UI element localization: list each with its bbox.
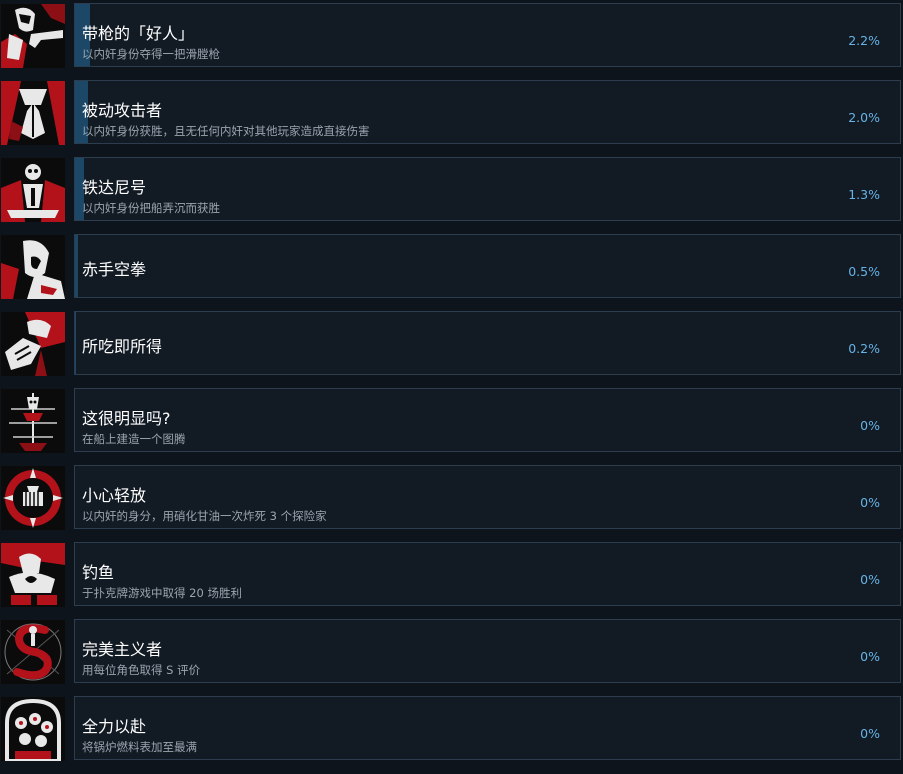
screaming-face-icon (1, 235, 65, 299)
unlock-percentage: 2.0% (848, 110, 880, 125)
achievement-card: 全力以赴 将锅炉燃料表加至最满 0% (74, 696, 901, 760)
achievement-title: 完美主义者 (82, 640, 163, 659)
sinking-ship-icon (1, 158, 65, 222)
achievement-card: 小心轻放 以内奸的身分，用硝化甘油一次炸死 3 个探险家 0% (74, 465, 901, 529)
achievement-card: 完美主义者 用每位角色取得 S 评价 0% (74, 619, 901, 683)
achievement-row[interactable]: 完美主义者 用每位角色取得 S 评价 0% (0, 619, 903, 685)
achievement-row[interactable]: 这很明显吗? 在船上建造一个图腾 0% (0, 388, 903, 454)
achievement-description: 于扑克牌游戏中取得 20 场胜利 (82, 586, 242, 600)
totem-icon (1, 389, 65, 453)
achievement-card: 赤手空拳 0.5% (74, 234, 901, 298)
achievement-description: 用每位角色取得 S 评价 (82, 663, 201, 677)
praying-hands-icon (1, 81, 65, 145)
unlock-percentage: 2.2% (848, 33, 880, 48)
hand-over-mouth-icon (1, 312, 65, 376)
achievement-row[interactable]: 赤手空拳 0.5% (0, 234, 903, 300)
achievement-card: 被动攻击者 以内奸身份获胜，且无任何内奸对其他玩家造成直接伤害 2.0% (74, 80, 901, 144)
achievement-row[interactable]: 所吃即所得 0.2% (0, 311, 903, 377)
unlock-percentage: 1.3% (848, 187, 880, 202)
achievement-description: 以内奸的身分，用硝化甘油一次炸死 3 个探险家 (82, 509, 327, 523)
achievement-description: 以内奸身份获胜，且无任何内奸对其他玩家造成直接伤害 (82, 124, 370, 138)
unlock-percentage: 0% (860, 726, 880, 741)
achievement-title: 赤手空拳 (82, 260, 147, 279)
achievement-list: 带枪的「好人」 以内奸身份夺得一把滑膛枪 2.2% 被动攻击者 以内奸身份获胜，… (0, 0, 903, 774)
achievement-description: 将锅炉燃料表加至最满 (82, 740, 197, 754)
achievement-card: 钓鱼 于扑克牌游戏中取得 20 场胜利 0% (74, 542, 901, 606)
achievement-title: 这很明显吗? (82, 409, 171, 428)
achievement-title: 被动攻击者 (82, 101, 163, 120)
achievement-title: 全力以赴 (82, 717, 147, 736)
achievement-title: 钓鱼 (82, 563, 115, 582)
gunman-icon (1, 4, 65, 68)
unlock-percentage: 0% (860, 418, 880, 433)
achievement-row[interactable]: 小心轻放 以内奸的身分，用硝化甘油一次炸死 3 个探险家 0% (0, 465, 903, 531)
boiler-gauge-icon (1, 697, 65, 761)
achievement-title: 铁达尼号 (82, 178, 147, 197)
unlock-percentage: 0% (860, 495, 880, 510)
achievement-description: 在船上建造一个图腾 (82, 432, 186, 446)
unlock-percentage: 0.2% (848, 341, 880, 356)
progress-bar (75, 235, 78, 297)
achievement-title: 所吃即所得 (82, 337, 163, 356)
achievement-description: 以内奸身份夺得一把滑膛枪 (82, 47, 220, 61)
achievement-title: 带枪的「好人」 (82, 24, 195, 43)
achievement-title: 小心轻放 (82, 486, 147, 505)
explosion-icon (1, 466, 65, 530)
achievement-description: 以内奸身份把船弄沉而获胜 (82, 201, 220, 215)
achievement-card: 所吃即所得 0.2% (74, 311, 901, 375)
achievement-row[interactable]: 钓鱼 于扑克牌游戏中取得 20 场胜利 0% (0, 542, 903, 608)
s-rank-icon (1, 620, 65, 684)
achievement-row[interactable]: 全力以赴 将锅炉燃料表加至最满 0% (0, 696, 903, 762)
achievement-row[interactable]: 铁达尼号 以内奸身份把船弄沉而获胜 1.3% (0, 157, 903, 223)
achievement-row[interactable]: 被动攻击者 以内奸身份获胜，且无任何内奸对其他玩家造成直接伤害 2.0% (0, 80, 903, 146)
achievement-card: 带枪的「好人」 以内奸身份夺得一把滑膛枪 2.2% (74, 3, 901, 67)
achievement-row[interactable]: 带枪的「好人」 以内奸身份夺得一把滑膛枪 2.2% (0, 3, 903, 69)
unlock-percentage: 0% (860, 649, 880, 664)
unlock-percentage: 0% (860, 572, 880, 587)
unlock-percentage: 0.5% (848, 264, 880, 279)
progress-bar (75, 312, 76, 374)
card-dealer-icon (1, 543, 65, 607)
achievement-card: 铁达尼号 以内奸身份把船弄沉而获胜 1.3% (74, 157, 901, 221)
achievement-card: 这很明显吗? 在船上建造一个图腾 0% (74, 388, 901, 452)
